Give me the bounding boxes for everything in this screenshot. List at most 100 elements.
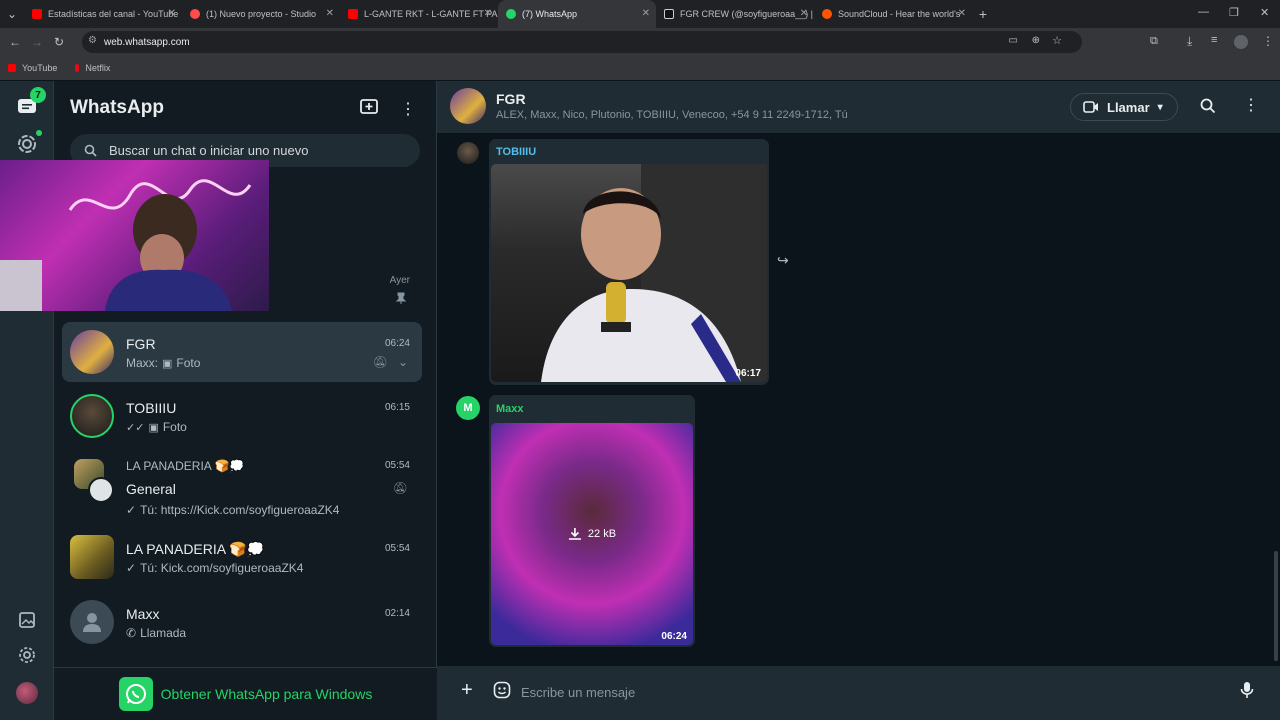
browser-menu-icon[interactable]: ⋮ xyxy=(1262,34,1274,48)
tab-tiktok[interactable]: FGR CREW (@soyfigueroaa__) | ✕ xyxy=(656,0,814,28)
chat-item-la-panaderia[interactable]: LA PANADERIA 🍞💭 05:54 ✓ Tú: Kick.com/soy… xyxy=(62,527,422,587)
chat-name: TOBIIIU xyxy=(126,400,177,416)
new-tab-button[interactable]: + xyxy=(972,6,994,22)
contact-avatar xyxy=(70,394,114,438)
chat-item-la-panaderia-general[interactable]: LA PANADERIA 🍞💭 05:54 General 🔕︎ ✓ Tú: h… xyxy=(62,451,422,523)
group-avatar[interactable] xyxy=(450,88,486,124)
get-app-link[interactable]: Obtener WhatsApp para Windows xyxy=(161,686,373,702)
tab-title: (7) WhatsApp xyxy=(522,9,578,19)
netflix-icon xyxy=(75,64,80,72)
studio-icon xyxy=(190,9,200,19)
menu-icon[interactable]: ⋮ xyxy=(1243,95,1259,115)
back-icon[interactable]: ← xyxy=(4,35,26,49)
community-name: LA PANADERIA 🍞💭 xyxy=(126,459,245,473)
status-icon[interactable] xyxy=(15,132,39,156)
restore-icon[interactable]: ❐ xyxy=(1229,6,1239,19)
preview-text: Foto xyxy=(176,356,201,370)
download-button[interactable]: 22 kB xyxy=(568,527,616,541)
chat-preview: ✓✓ ▣ Foto xyxy=(126,420,187,434)
zoom-icon[interactable]: ⊕ xyxy=(1032,35,1040,46)
conversation-panel: FGR ALEX, Maxx, Nico, Plutonio, TOBIIIU,… xyxy=(437,81,1280,720)
microphone-icon[interactable] xyxy=(1240,681,1254,704)
close-tab-icon[interactable]: ✕ xyxy=(484,8,492,19)
settings-icon[interactable] xyxy=(15,643,39,667)
chat-name: Maxx xyxy=(126,606,160,622)
site-info-icon[interactable]: ⚙ xyxy=(88,35,97,46)
window-close-icon[interactable]: ✕ xyxy=(1260,6,1269,19)
double-check-icon: ✓✓ xyxy=(126,421,145,434)
close-tab-icon[interactable]: ✕ xyxy=(800,8,808,19)
sticker-emoji-icon[interactable] xyxy=(493,681,511,704)
search-icon xyxy=(84,144,97,157)
message-sender[interactable]: TOBIIIU xyxy=(496,146,536,158)
close-tab-icon[interactable]: ✕ xyxy=(168,8,176,19)
tab-soundcloud[interactable]: SoundCloud - Hear the world's ✕ xyxy=(814,0,972,28)
unread-badge: 7 xyxy=(30,87,46,103)
bookmark-label: Netflix xyxy=(85,63,111,73)
call-label: Llamar xyxy=(1107,99,1150,115)
install-app-icon[interactable]: ▭ xyxy=(1009,35,1018,46)
message-bubble[interactable]: TOBIIIU 06:17 xyxy=(489,139,769,385)
tab-search-icon[interactable]: ⌄ xyxy=(0,7,24,21)
sender-avatar[interactable] xyxy=(457,142,479,164)
youtube-icon xyxy=(32,9,42,19)
conversation-header[interactable]: FGR ALEX, Maxx, Nico, Plutonio, TOBIIIU,… xyxy=(437,81,1280,133)
reload-icon[interactable]: ↻ xyxy=(48,35,70,49)
media-icon[interactable]: ≡ xyxy=(1211,34,1217,46)
chat-time: 02:14 xyxy=(384,608,410,619)
new-chat-icon[interactable] xyxy=(360,99,378,120)
whatsapp-logo-icon xyxy=(118,677,153,711)
extensions-icon[interactable]: ⧉ xyxy=(1150,35,1158,48)
close-tab-icon[interactable]: ✕ xyxy=(958,8,966,19)
chat-item-fgr[interactable]: FGR 06:24 Maxx: ▣ Foto 🔕︎ ⌄ xyxy=(62,322,422,382)
close-tab-icon[interactable]: ✕ xyxy=(642,8,650,19)
address-bar[interactable]: ⚙ web.whatsapp.com ▭ ⊕ ☆ xyxy=(82,31,1082,53)
message-sender[interactable]: Maxx xyxy=(496,403,524,415)
call-button[interactable]: Llamar ▾ xyxy=(1070,93,1178,121)
message-input[interactable]: Escribe un mensaje xyxy=(521,676,1221,708)
preview-text: Tú: https://Kick.com/soyfigueroaaZK4 xyxy=(140,503,340,517)
message-time: 06:17 xyxy=(735,368,761,379)
browser-tab-bar: ⌄ Estadísticas del canal - YouTube ✕ (1)… xyxy=(0,0,1280,28)
tab-studio-project[interactable]: (1) Nuevo proyecto - Studio ✕ xyxy=(182,0,340,28)
sender-avatar[interactable]: M xyxy=(456,396,480,420)
soundcloud-icon xyxy=(822,9,832,19)
tab-lgante[interactable]: L-GANTE RKT - L-GANTE FT PA ✕ xyxy=(340,0,498,28)
get-desktop-app-banner[interactable]: Obtener WhatsApp para Windows xyxy=(54,667,437,720)
photo-icon: ▣ xyxy=(148,421,159,434)
download-icon[interactable]: ⤓ xyxy=(1187,34,1192,49)
chat-time: 06:15 xyxy=(384,402,410,413)
call-icon: ✆ xyxy=(126,626,137,640)
chat-item-maxx[interactable]: Maxx 02:14 ✆ Llamada xyxy=(62,592,422,652)
tab-whatsapp[interactable]: (7) WhatsApp ✕ xyxy=(498,0,656,28)
message-bubble[interactable]: Maxx 22 kB 06:24 xyxy=(489,395,695,647)
image-attachment[interactable]: 06:17 xyxy=(491,164,767,382)
scrollbar[interactable] xyxy=(1274,551,1278,661)
close-tab-icon[interactable]: ✕ xyxy=(326,8,334,19)
forward-icon[interactable]: ↪ xyxy=(777,252,789,269)
bookmark-netflix[interactable]: Netflix xyxy=(75,63,110,73)
muted-icon: 🔕︎ xyxy=(372,355,388,369)
chat-preview: ✓ Tú: Kick.com/soyfigueroaaZK4 xyxy=(126,561,303,575)
tab-title: SoundCloud - Hear the world's xyxy=(838,9,961,19)
bookmark-youtube[interactable]: YouTube xyxy=(8,63,57,73)
chevron-down-icon: ▾ xyxy=(1157,101,1163,113)
minimize-icon[interactable]: — xyxy=(1198,6,1209,18)
pin-icon xyxy=(395,291,407,309)
chat-preview: ✆ Llamada xyxy=(126,626,186,640)
muted-icon: 🔕︎ xyxy=(392,481,408,495)
chevron-down-icon[interactable]: ⌄ xyxy=(398,355,408,369)
chat-item-tobiiiu[interactable]: TOBIIIU 06:15 ✓✓ ▣ Foto xyxy=(62,386,422,446)
tab-youtube-studio[interactable]: Estadísticas del canal - YouTube ✕ xyxy=(24,0,182,28)
bookmark-star-icon[interactable]: ☆ xyxy=(1052,34,1062,47)
search-icon[interactable] xyxy=(1200,98,1216,119)
whatsapp-icon xyxy=(506,9,516,19)
attach-plus-icon[interactable]: + xyxy=(461,679,473,702)
media-gallery-icon[interactable] xyxy=(15,608,39,632)
browser-toolbar: ← → ↻ ⚙ web.whatsapp.com ▭ ⊕ ☆ ⧉ ⤓ ≡ ⋮ xyxy=(0,28,1280,56)
forward-icon[interactable]: → xyxy=(26,35,48,49)
profile-avatar[interactable] xyxy=(16,682,38,704)
blurred-image-attachment[interactable]: 22 kB 06:24 xyxy=(491,423,693,645)
menu-icon[interactable]: ⋮ xyxy=(400,99,416,120)
profile-avatar[interactable] xyxy=(1234,35,1248,49)
